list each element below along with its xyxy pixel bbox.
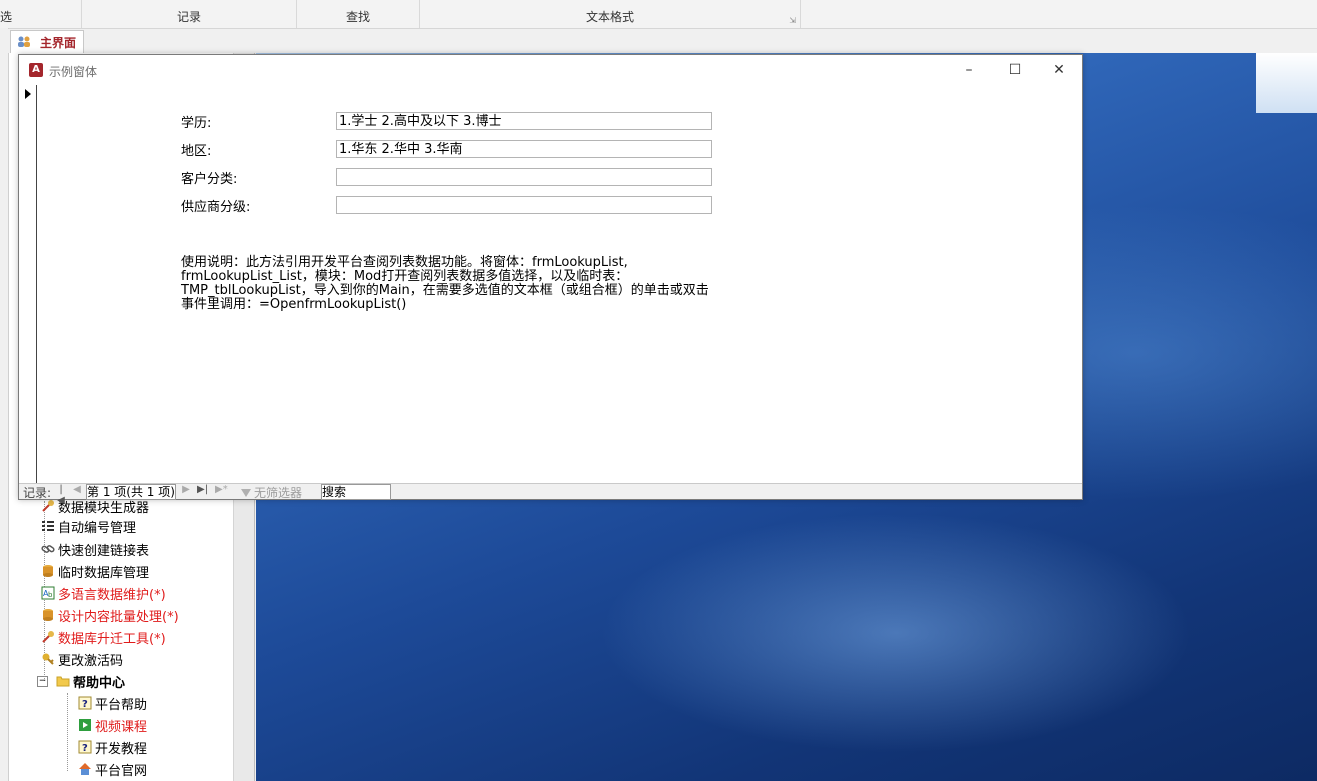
ribbon-group-label: 记录 xyxy=(176,10,201,24)
previous-record-icon[interactable]: ◀ xyxy=(72,484,82,495)
field-label-supplier-grade: 供应商分级: xyxy=(181,200,251,215)
ribbon-group-select: 选 xyxy=(0,0,82,28)
play-icon xyxy=(79,719,91,731)
help-icon: ? xyxy=(78,740,92,754)
nav-item[interactable]: ? 平台帮助 xyxy=(78,693,147,713)
nav-item[interactable]: 自动编号管理 xyxy=(41,516,136,536)
region-field[interactable]: 1.华东 2.华中 3.华南 xyxy=(336,140,712,158)
nav-item-label: 视频课程 xyxy=(95,719,148,735)
window-title: 示例窗体 xyxy=(49,65,98,79)
ribbon-group-label: 查找 xyxy=(345,10,370,24)
first-record-icon[interactable]: |◀ xyxy=(56,484,66,506)
tab-main[interactable]: 主界面 xyxy=(10,30,84,53)
customer-category-field[interactable] xyxy=(336,168,712,186)
access-app-icon: A xyxy=(29,63,43,77)
ribbon-group-find: 查找 xyxy=(297,0,420,28)
record-navigator: 记录: |◀ ◀ 第 1 项(共 1 项) ▶ ▶| ▶* 无筛选器 搜索 xyxy=(19,483,1082,506)
list-icon xyxy=(42,521,54,531)
ribbon-group-records: 记录 xyxy=(82,0,297,28)
dialog-launcher-icon[interactable]: ⇲ xyxy=(789,16,796,25)
minimize-button[interactable]: – xyxy=(946,57,992,83)
form-window: A 示例窗体 – ☐ ✕ 学历: 1.学士 2.高中及以下 3.博士 地区: 1… xyxy=(18,54,1083,506)
nav-item[interactable]: 平台官网 xyxy=(78,759,147,779)
next-record-icon[interactable]: ▶ xyxy=(181,484,191,495)
nav-item[interactable]: 数据库升迁工具(*) xyxy=(41,627,166,647)
record-position-box[interactable]: 第 1 项(共 1 项) xyxy=(86,484,176,500)
home-icon xyxy=(79,763,91,775)
nav-item-label: 平台官网 xyxy=(95,763,148,779)
nav-item[interactable]: 更改激活码 xyxy=(41,649,123,669)
nav-group-help[interactable]: − 帮助中心 xyxy=(37,671,125,691)
nav-item[interactable]: 临时数据库管理 xyxy=(41,561,149,581)
nav-item-label: 多语言数据维护(*) xyxy=(58,587,166,603)
link-icon xyxy=(41,545,55,553)
nav-item[interactable]: ? 开发教程 xyxy=(78,737,147,757)
field-label-region: 地区: xyxy=(181,144,212,159)
nav-item-label: 开发教程 xyxy=(95,741,148,757)
nav-item-label: 数据库升迁工具(*) xyxy=(58,631,166,647)
new-record-icon[interactable]: ▶* xyxy=(215,484,228,495)
filter-label: 无筛选器 xyxy=(254,486,303,500)
nav-item[interactable]: 视频课程 xyxy=(78,715,147,735)
collapse-icon[interactable]: − xyxy=(37,675,48,687)
nav-item[interactable]: Ab 多语言数据维护(*) xyxy=(41,583,166,603)
usage-note: 使用说明：此方法引用开发平台查阅列表数据功能。将窗体：frmLookupList… xyxy=(181,255,709,312)
nav-item[interactable]: 设计内容批量处理(*) xyxy=(41,605,179,625)
field-label-customer-category: 客户分类: xyxy=(181,172,238,187)
nav-group-label: 帮助中心 xyxy=(73,675,126,691)
nav-item-label: 快速创建链接表 xyxy=(58,543,150,559)
tree-line xyxy=(67,693,68,771)
filter-icon xyxy=(241,489,251,497)
left-edge-strip xyxy=(0,28,9,781)
nav-item-label: 设计内容批量处理(*) xyxy=(58,609,179,625)
ribbon: 选 记录 查找 文本格式 ⇲ xyxy=(0,0,1317,29)
tools-icon xyxy=(42,631,54,643)
database-icon xyxy=(43,565,53,577)
maximize-button[interactable]: ☐ xyxy=(992,57,1038,83)
tab-label: 主界面 xyxy=(40,36,77,50)
record-search-input[interactable]: 搜索 xyxy=(321,484,391,500)
education-field[interactable]: 1.学士 2.高中及以下 3.博士 xyxy=(336,112,712,130)
nav-item[interactable]: 快速创建链接表 xyxy=(41,539,149,559)
close-button[interactable]: ✕ xyxy=(1036,57,1082,83)
record-selector[interactable] xyxy=(19,85,37,483)
filter-toggle[interactable]: 无筛选器 xyxy=(241,484,302,501)
field-label-education: 学历: xyxy=(181,116,212,131)
help-icon: ? xyxy=(78,696,92,710)
current-record-arrow-icon xyxy=(25,89,31,99)
tools-icon xyxy=(42,500,54,512)
supplier-grade-field[interactable] xyxy=(336,196,712,214)
record-nav-label: 记录: xyxy=(23,486,52,500)
database-icon xyxy=(43,609,53,621)
window-titlebar[interactable]: A 示例窗体 – ☐ ✕ xyxy=(19,55,1082,85)
folder-open-icon xyxy=(56,676,70,687)
key-icon xyxy=(42,653,54,665)
svg-text:?: ? xyxy=(82,699,88,710)
nav-item-label: 临时数据库管理 xyxy=(58,565,150,581)
users-icon xyxy=(18,36,30,47)
ribbon-group-label: 文本格式 xyxy=(585,10,634,24)
background-highlight xyxy=(1256,53,1317,113)
svg-text:b: b xyxy=(48,591,53,599)
nav-item-label: 自动编号管理 xyxy=(58,520,137,536)
ribbon-group-label: 选 xyxy=(0,10,13,24)
nav-item-label: 平台帮助 xyxy=(95,697,148,713)
ribbon-group-text-format: 文本格式 ⇲ xyxy=(420,0,801,28)
nav-item-label: 更改激活码 xyxy=(58,653,124,669)
document-tab-bar: 主界面 xyxy=(8,29,1317,53)
svg-text:?: ? xyxy=(82,743,88,754)
last-record-icon[interactable]: ▶| xyxy=(197,484,208,495)
language-icon: Ab xyxy=(41,586,55,600)
